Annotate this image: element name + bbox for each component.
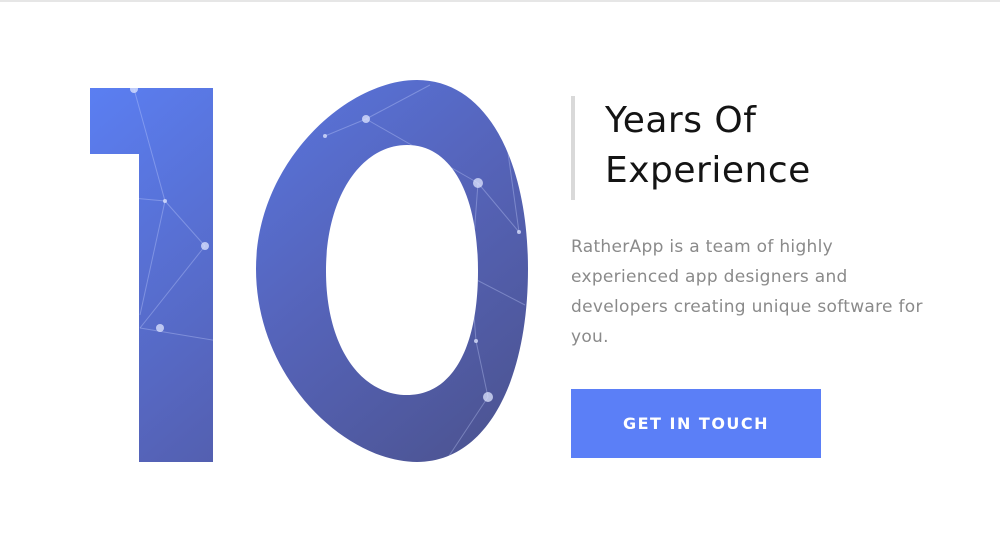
- heading-line-1: Years Of: [605, 100, 757, 141]
- description-line: experienced app designers and: [571, 267, 848, 287]
- description-text: RatherApp is a team of highly experience…: [571, 232, 971, 352]
- get-in-touch-button[interactable]: GET IN TOUCH: [571, 389, 821, 458]
- heading-line-2: Experience: [605, 150, 811, 191]
- years-number-svg: [90, 80, 528, 462]
- description-line: RatherApp is a team of highly: [571, 237, 834, 257]
- description-line: developers creating unique software for: [571, 297, 923, 317]
- page: Years Of Experience RatherApp is a team …: [0, 0, 1000, 540]
- years-number-graphic: [80, 75, 550, 475]
- heading-block: Years Of Experience: [571, 96, 811, 200]
- top-divider: [0, 0, 1000, 2]
- description-line: you.: [571, 327, 609, 347]
